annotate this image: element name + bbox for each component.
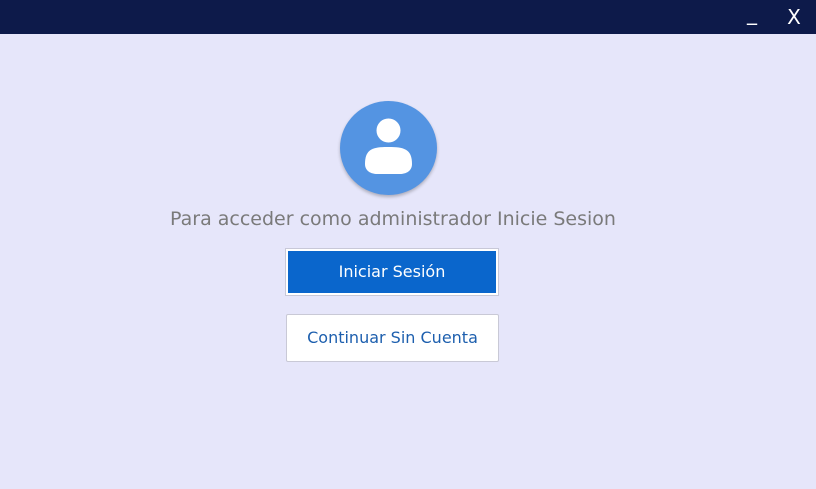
- user-avatar: [340, 101, 437, 195]
- signin-button[interactable]: Iniciar Sesión: [285, 248, 499, 296]
- continue-without-account-button[interactable]: Continuar Sin Cuenta: [286, 314, 499, 362]
- title-bar: _ X: [0, 0, 816, 34]
- minimize-button[interactable]: _: [738, 0, 766, 34]
- login-prompt: Para acceder como administrador Inicie S…: [170, 208, 616, 230]
- user-icon: [365, 118, 412, 174]
- close-button[interactable]: X: [780, 0, 808, 34]
